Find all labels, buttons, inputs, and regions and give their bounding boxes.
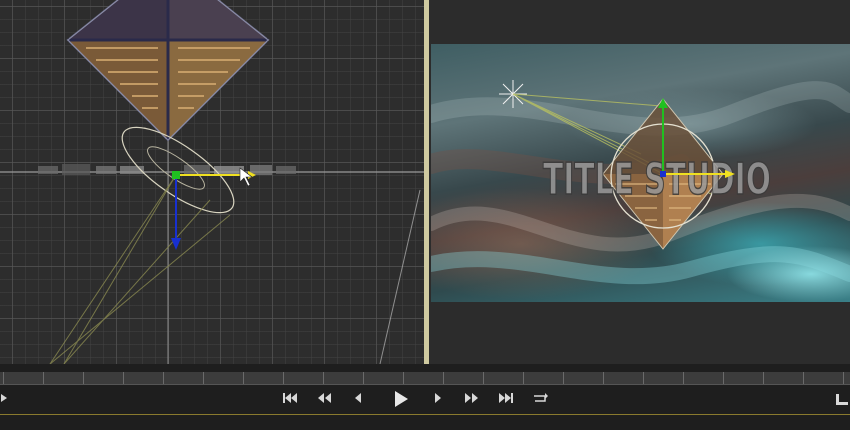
fast-forward-icon — [465, 393, 478, 403]
timeline-ruler[interactable] — [0, 372, 850, 384]
rewind-icon — [318, 393, 331, 403]
transport-controls — [0, 388, 850, 414]
loop-icon — [534, 393, 548, 402]
step-back-icon — [355, 393, 361, 403]
camera-line — [379, 189, 421, 364]
play-button[interactable] — [387, 388, 415, 410]
collapse-arrow-left[interactable] — [0, 388, 16, 410]
timeline-bottom-border — [0, 414, 850, 415]
preview-scene: TITLE STUDIO — [431, 80, 850, 285]
play-icon — [395, 391, 408, 407]
loop-button[interactable] — [528, 388, 552, 410]
panel-resize-handle[interactable] — [830, 388, 850, 410]
step-forward-button[interactable] — [426, 388, 450, 410]
arrow-right-icon — [1, 394, 7, 402]
left-viewport-scene — [0, 0, 424, 364]
skip-to-end-icon — [499, 393, 513, 403]
skip-to-start-icon — [283, 393, 297, 403]
fast-forward-button[interactable] — [460, 388, 484, 410]
go-to-start-button[interactable] — [278, 388, 302, 410]
left-3d-viewport[interactable] — [0, 0, 424, 364]
ruler-baseline — [0, 384, 850, 385]
light-cone-lines — [49, 174, 231, 364]
diamond-object — [66, 0, 270, 142]
render-preview-frame: TITLE STUDIO — [431, 44, 850, 302]
resize-corner-icon — [836, 394, 848, 405]
timeline-panel — [0, 364, 850, 430]
step-forward-icon — [435, 393, 441, 403]
right-preview-viewport[interactable]: TITLE STUDIO — [429, 0, 850, 364]
transform-gizmo — [171, 171, 256, 250]
go-to-end-button[interactable] — [494, 388, 518, 410]
title-text: TITLE STUDIO — [543, 154, 771, 205]
step-back-button[interactable] — [346, 388, 370, 410]
rewind-button[interactable] — [312, 388, 336, 410]
